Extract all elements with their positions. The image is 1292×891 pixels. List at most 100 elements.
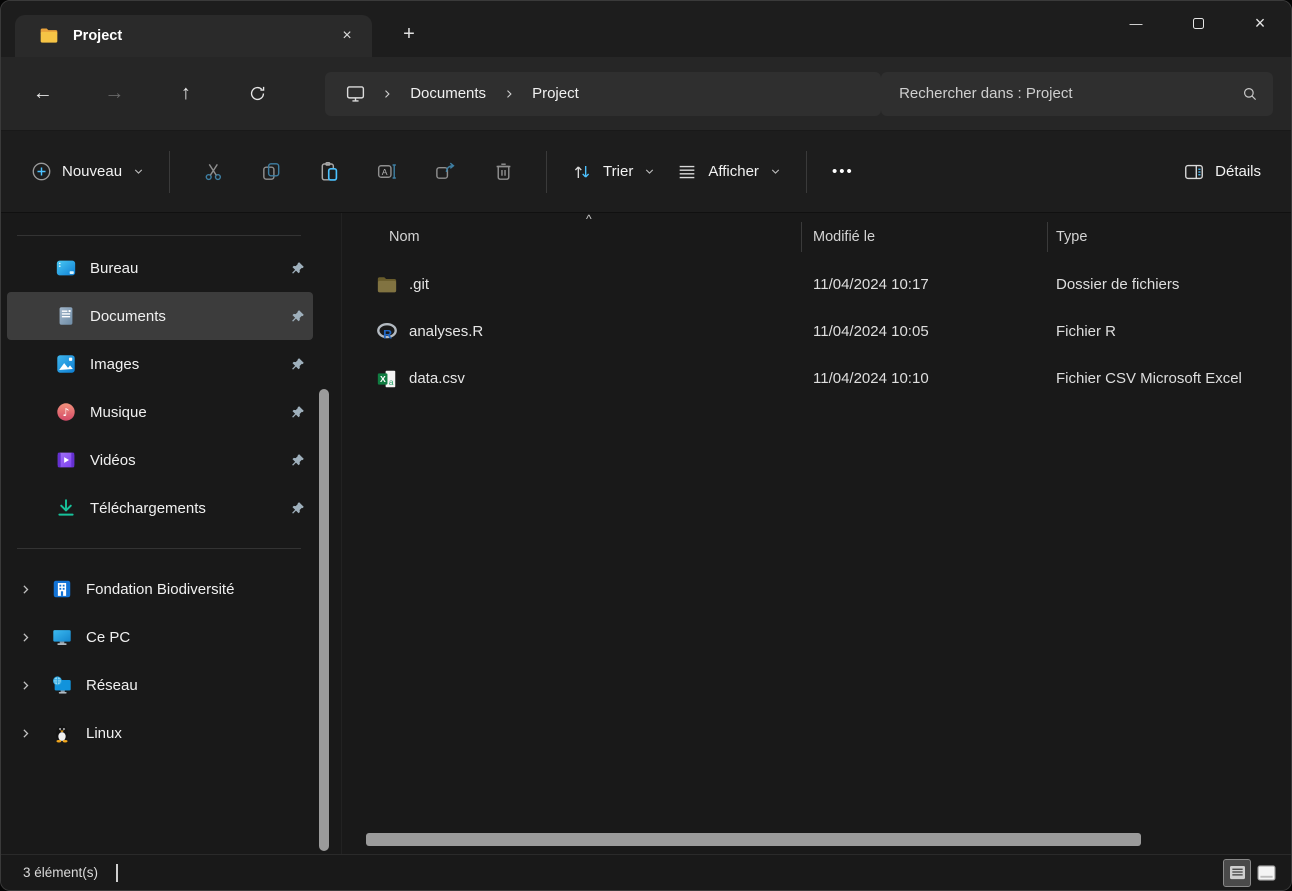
- file-type: Fichier CSV Microsoft Excel: [1047, 370, 1291, 387]
- view-button[interactable]: Afficher: [666, 150, 792, 194]
- chevron-right-icon: [503, 88, 515, 100]
- sidebar-item-videos[interactable]: Vidéos: [7, 436, 313, 484]
- pin-icon: [291, 453, 305, 467]
- trash-icon: [492, 160, 515, 183]
- window-controls: — ×: [1105, 1, 1291, 45]
- monitor-icon[interactable]: [345, 83, 366, 104]
- file-row-data-csv[interactable]: aX data.csv 11/04/2024 10:10 Fichier CSV…: [342, 355, 1291, 402]
- downloads-icon: [55, 497, 77, 519]
- sidebar-item-images[interactable]: Images: [7, 340, 313, 388]
- delete-button[interactable]: [474, 150, 532, 194]
- back-button[interactable]: ←: [23, 74, 63, 114]
- folder-icon: [39, 26, 59, 46]
- r-script-icon: R: [376, 321, 398, 343]
- column-header-type[interactable]: Type: [1047, 229, 1291, 245]
- paste-button[interactable]: [300, 150, 358, 194]
- item-count: 3 élément(s): [23, 865, 98, 880]
- sort-ascending-icon: ^: [586, 212, 592, 226]
- column-resize-handle[interactable]: [1047, 222, 1048, 252]
- sidebar-item-bureau[interactable]: Bureau: [7, 244, 313, 292]
- music-icon: ♪: [55, 401, 77, 423]
- search-icon[interactable]: [1241, 85, 1259, 103]
- tab-project[interactable]: Project ×: [15, 15, 372, 57]
- column-resize-handle[interactable]: [801, 222, 802, 252]
- sidebar-item-musique[interactable]: ♪ Musique: [7, 388, 313, 436]
- close-button[interactable]: ×: [1229, 1, 1291, 45]
- details-pane-icon: [1183, 161, 1205, 183]
- sidebar-item-linux[interactable]: Linux: [1, 709, 341, 757]
- file-modified: 11/04/2024 10:05: [801, 323, 1047, 340]
- toolbar-separator: [169, 151, 170, 193]
- status-bar: 3 élément(s): [1, 854, 1291, 890]
- paste-icon: [318, 160, 341, 183]
- file-name: analyses.R: [409, 323, 483, 340]
- view-toggles: [1224, 860, 1279, 886]
- column-header-nom[interactable]: Nom: [342, 229, 801, 245]
- search-box[interactable]: [881, 72, 1273, 116]
- navigation-bar: ← → ↑ Documents Project: [1, 57, 1291, 131]
- sidebar-item-fondation-biodiversite[interactable]: Fondation Biodiversité: [1, 565, 341, 613]
- sidebar-item-label: Ce PC: [86, 629, 130, 646]
- search-input[interactable]: [899, 85, 1241, 102]
- breadcrumb-item-project[interactable]: Project: [524, 81, 587, 106]
- sidebar-divider: [17, 548, 301, 549]
- column-header-modifie[interactable]: Modifié le: [801, 229, 1047, 245]
- sidebar-scrollbar[interactable]: [319, 389, 329, 851]
- new-tab-button[interactable]: +: [391, 18, 427, 50]
- breadcrumb-item-documents[interactable]: Documents: [402, 81, 494, 106]
- details-view-button[interactable]: [1224, 860, 1250, 886]
- chevron-right-icon[interactable]: [19, 583, 43, 596]
- sidebar-item-telechargements[interactable]: Téléchargements: [7, 484, 313, 532]
- share-button[interactable]: [416, 150, 474, 194]
- more-options-button[interactable]: •••: [821, 150, 865, 194]
- share-icon: [434, 160, 457, 183]
- command-toolbar: Nouveau A Trier Afficher: [1, 131, 1291, 213]
- details-pane-label: Détails: [1215, 163, 1261, 180]
- pin-icon: [291, 261, 305, 275]
- tab-close-icon[interactable]: ×: [332, 21, 362, 51]
- column-headers: ^ Nom Modifié le Type: [342, 213, 1291, 261]
- cut-button[interactable]: [184, 150, 242, 194]
- toolbar-separator: [546, 151, 547, 193]
- sidebar-item-label: Réseau: [86, 677, 138, 694]
- minimize-button[interactable]: —: [1105, 1, 1167, 45]
- chevron-right-icon[interactable]: [19, 631, 43, 644]
- pin-icon: [291, 405, 305, 419]
- sidebar-divider: [17, 235, 301, 236]
- chevron-right-icon[interactable]: [19, 727, 43, 740]
- chevron-down-icon: [643, 165, 656, 178]
- videos-icon: [55, 449, 77, 471]
- file-row-analyses-r[interactable]: R analyses.R 11/04/2024 10:05 Fichier R: [342, 308, 1291, 355]
- up-button[interactable]: ↑: [166, 74, 206, 114]
- svg-text:R: R: [383, 327, 392, 341]
- view-list-icon: [676, 161, 698, 183]
- sidebar-item-ce-pc[interactable]: Ce PC: [1, 613, 341, 661]
- file-list-pane: ^ Nom Modifié le Type .git 11/04/2024 10…: [341, 213, 1291, 854]
- horizontal-scrollbar[interactable]: [366, 833, 1141, 846]
- sidebar-item-reseau[interactable]: Réseau: [1, 661, 341, 709]
- sort-button[interactable]: Trier: [561, 150, 666, 194]
- refresh-button[interactable]: [238, 74, 278, 114]
- file-name: .git: [409, 276, 429, 293]
- linux-tux-icon: [51, 722, 73, 744]
- copy-icon: [260, 160, 283, 183]
- excel-csv-icon: aX: [376, 368, 398, 390]
- copy-button[interactable]: [242, 150, 300, 194]
- refresh-icon: [248, 84, 267, 103]
- file-row-git[interactable]: .git 11/04/2024 10:17 Dossier de fichier…: [342, 261, 1291, 308]
- organization-icon: [51, 578, 73, 600]
- maximize-button[interactable]: [1167, 1, 1229, 45]
- file-modified: 11/04/2024 10:10: [801, 370, 1047, 387]
- tab-strip: Project × + — ×: [1, 1, 1291, 57]
- forward-button[interactable]: →: [95, 74, 135, 114]
- svg-text:A: A: [381, 167, 387, 177]
- new-button[interactable]: Nouveau: [21, 150, 155, 194]
- thumbnails-view-button[interactable]: [1253, 860, 1279, 886]
- this-pc-icon: [51, 626, 73, 648]
- chevron-right-icon[interactable]: [19, 679, 43, 692]
- sidebar-item-documents[interactable]: Documents: [7, 292, 313, 340]
- rename-button[interactable]: A: [358, 150, 416, 194]
- pin-icon: [291, 309, 305, 323]
- details-pane-button[interactable]: Détails: [1173, 150, 1271, 194]
- desktop-icon: [55, 257, 77, 279]
